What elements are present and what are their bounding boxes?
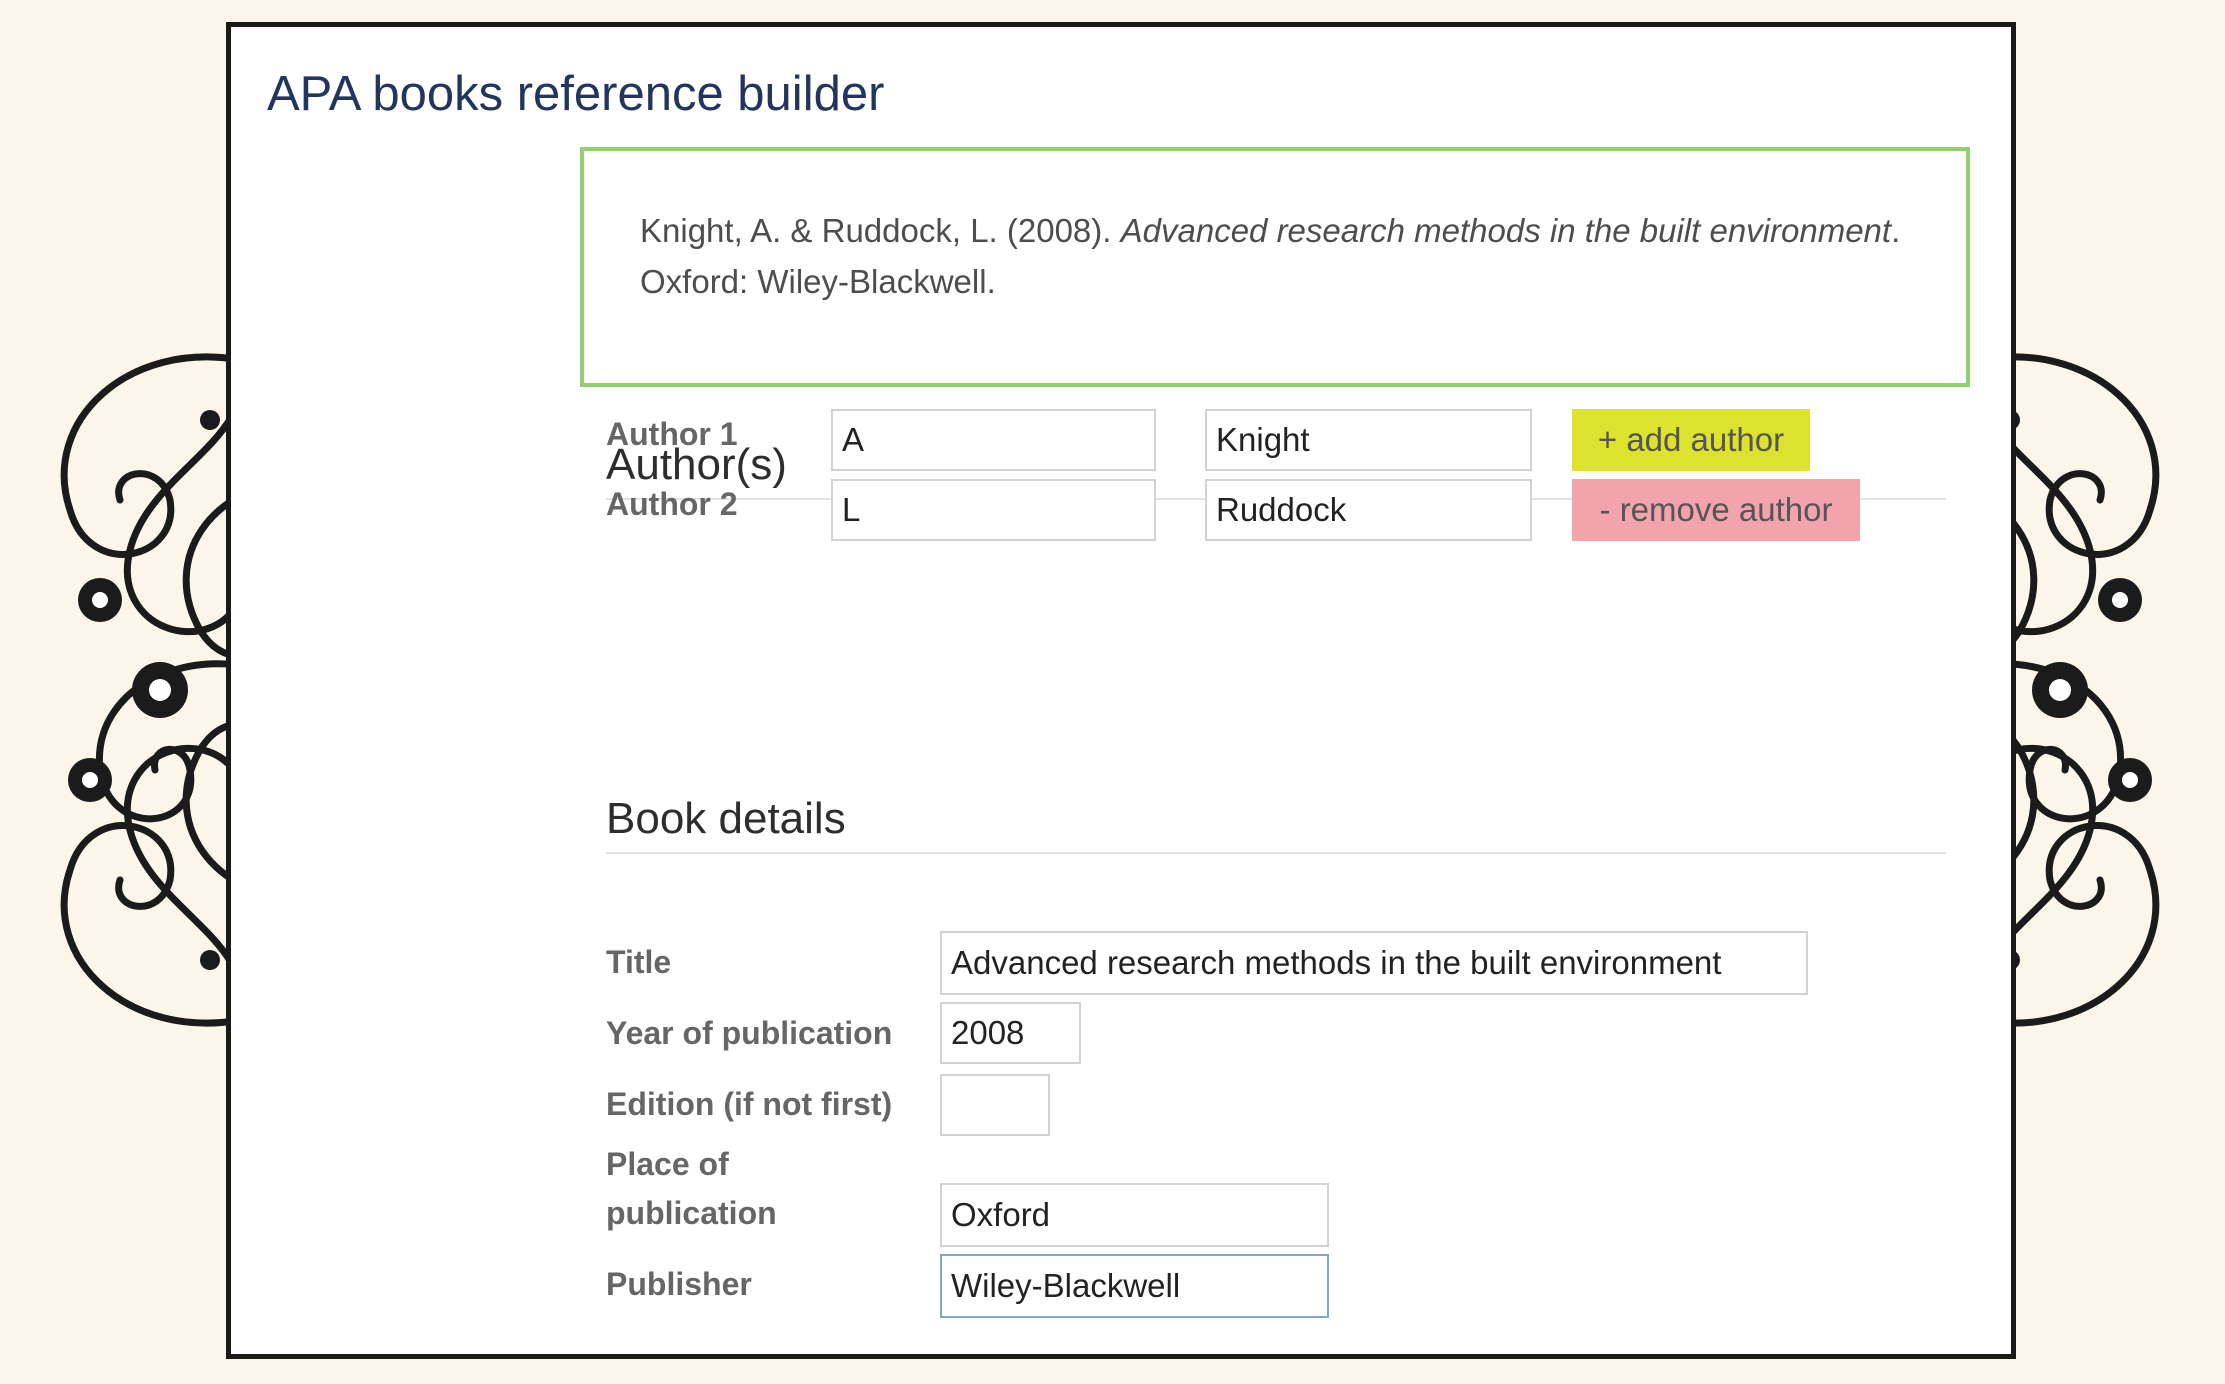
year-input[interactable] [940, 1002, 1081, 1064]
add-author-button[interactable]: + add author [1572, 409, 1810, 471]
author-2-surname-input[interactable] [1205, 479, 1532, 541]
title-label: Title [606, 944, 672, 980]
author-1-label: Author 1 [606, 416, 738, 452]
place-of-publication-input[interactable] [940, 1183, 1329, 1247]
reference-authors-year: Knight, A. & Ruddock, L. (2008). [640, 212, 1112, 249]
reference-output-box: Knight, A. & Ruddock, L. (2008). Advance… [580, 147, 1970, 387]
page-title: APA books reference builder [267, 67, 885, 121]
book-details-section-heading: Book details [606, 794, 1946, 854]
title-input[interactable] [940, 931, 1808, 995]
publisher-input[interactable] [940, 1254, 1329, 1318]
author-1-surname-input[interactable] [1205, 409, 1532, 471]
year-label: Year of publication [606, 1015, 893, 1051]
edition-label: Edition (if not first) [606, 1086, 893, 1122]
author-1-initials-input[interactable] [831, 409, 1156, 471]
remove-author-button[interactable]: - remove author [1572, 479, 1860, 541]
reference-builder-window: APA books reference builder Knight, A. &… [226, 22, 2016, 1359]
author-2-initials-input[interactable] [831, 479, 1156, 541]
reference-book-title: Advanced research methods in the built e… [1120, 212, 1892, 249]
author-2-label: Author 2 [606, 486, 738, 522]
publisher-label: Publisher [606, 1266, 752, 1302]
place-label-line1: Place of [606, 1146, 729, 1182]
place-label-line2: publication [606, 1195, 777, 1231]
edition-input[interactable] [940, 1074, 1050, 1136]
